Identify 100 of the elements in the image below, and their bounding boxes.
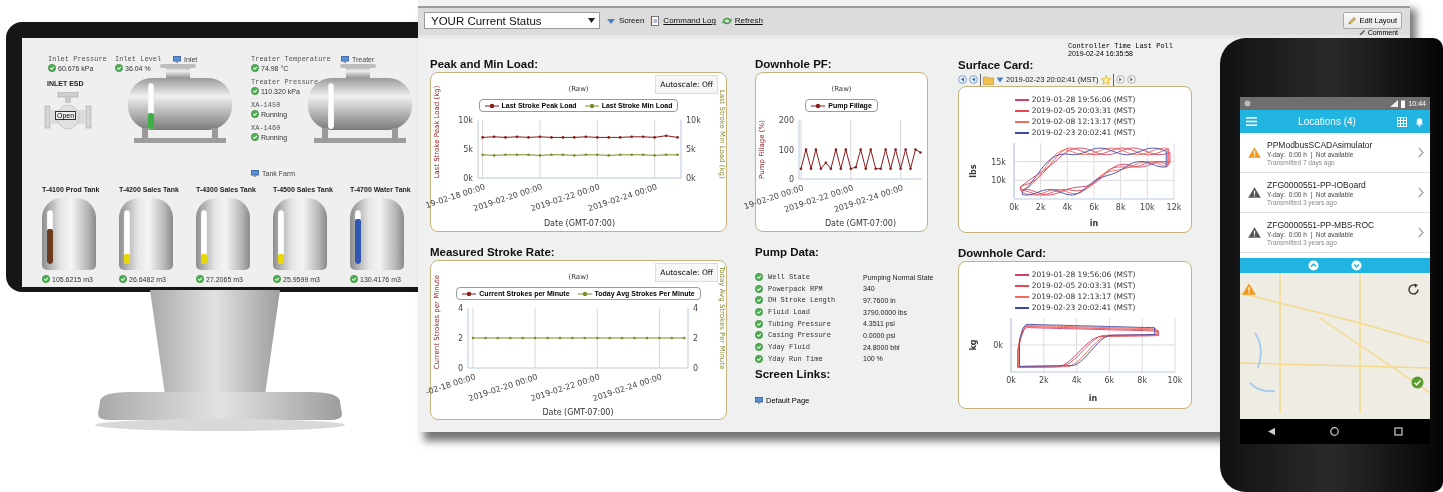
axis-tick-label: 2	[457, 334, 463, 343]
axis-tick-label: 8k	[1115, 203, 1126, 212]
screen-title: Locations (4)	[1297, 116, 1357, 127]
bell-icon[interactable]	[1415, 116, 1424, 127]
step-back-icon[interactable]	[969, 75, 978, 84]
location-name: ZFG0000551-PP-IOBoard	[1267, 179, 1367, 190]
axis-tick-label: 4k	[1062, 203, 1073, 212]
status-ok-icon	[119, 275, 127, 283]
axis-tick-label: 10k	[991, 176, 1006, 186]
chevron-up-icon[interactable]	[1308, 260, 1319, 271]
legend-marker-icon	[462, 290, 477, 297]
axis-title: Date (GMT-07:00)	[541, 408, 614, 417]
status-ok-icon	[755, 319, 763, 328]
chevron-right-icon	[1418, 187, 1424, 198]
axis-tick-label: 0k	[1009, 203, 1019, 212]
status-ok-icon	[755, 343, 763, 352]
monitor-icon	[341, 56, 349, 63]
status-ok-icon	[251, 64, 259, 72]
axis-tick-label: 2	[692, 334, 698, 343]
y-axis-line	[1010, 317, 1012, 373]
panel-title: Downhole Card:	[958, 246, 1048, 261]
axis-tick-label: 0	[692, 364, 698, 373]
caret-icon[interactable]	[996, 76, 1004, 83]
axis-tick-label: 10k	[1167, 376, 1183, 385]
status-ok-icon	[48, 64, 56, 72]
axis-tick-label: 10k	[1139, 203, 1155, 212]
y-axis-line	[680, 119, 681, 179]
y-axis-line	[687, 307, 688, 369]
status-ok-icon	[196, 275, 204, 283]
status-ok-icon	[755, 354, 763, 363]
warning-marker-icon[interactable]	[1242, 283, 1256, 295]
legend-marker-icon	[484, 102, 499, 109]
screen-select[interactable]: YOUR Current Status	[424, 12, 600, 29]
axis-title: kg	[969, 339, 978, 351]
legend-marker-icon	[577, 290, 592, 297]
panel-title: Surface Card:	[958, 58, 1035, 73]
panel-title: Downhole PF:	[755, 57, 833, 72]
skip-forward-icon[interactable]	[1126, 75, 1136, 84]
recent-apps-icon[interactable]	[1393, 427, 1403, 436]
star-icon[interactable]	[1100, 74, 1111, 85]
battery-icon	[1401, 99, 1406, 108]
axis-tick-label: 0	[457, 364, 463, 373]
menu-icon[interactable]	[1246, 117, 1257, 126]
skip-back-icon[interactable]	[958, 75, 967, 84]
document-icon	[650, 15, 661, 26]
axis-tick-label: 200	[778, 116, 794, 125]
status-ok-icon	[350, 275, 358, 283]
status-ok-icon	[755, 331, 763, 340]
chevron-right-icon	[1418, 147, 1424, 158]
home-icon[interactable]	[1330, 427, 1340, 436]
axis-tick-label: 0	[788, 175, 794, 184]
refresh-icon	[721, 15, 732, 26]
axis-tick-label: 2k	[1038, 376, 1049, 385]
axis-tick-label: 4k	[1071, 376, 1082, 385]
toolbar-link[interactable]: Refresh	[734, 16, 763, 25]
y-axis-line	[1013, 142, 1015, 200]
panel-title: Measured Stroke Rate:	[430, 245, 556, 260]
notification-dot-icon	[1244, 100, 1251, 107]
axis-tick-label: 4	[692, 304, 698, 313]
panel-title: Peak and Min Load:	[430, 57, 539, 72]
axis-tick-label: 0k	[993, 341, 1003, 350]
axis-tick-label: 0k	[685, 174, 696, 183]
axis-tick-label: 6k	[1089, 203, 1099, 212]
axis-title: lbs	[969, 164, 978, 178]
axis-tick-label: 8k	[1137, 376, 1148, 385]
axis-tick-label: 4	[457, 304, 463, 313]
axis-tick-label: 5k	[685, 145, 696, 154]
toolbar-link[interactable]: Command Log	[663, 16, 716, 25]
axis-tick-label: 15k	[991, 157, 1006, 167]
axis-tick-label: 0k	[462, 174, 473, 183]
grid-icon[interactable]	[1397, 116, 1407, 127]
axis-title: Date (GMT-07:00)	[824, 219, 896, 228]
status-ok-icon	[755, 284, 763, 293]
axis-tick-label: 0k	[1006, 376, 1016, 385]
axis-tick-label: 12k	[1166, 203, 1182, 212]
status-ok-icon	[273, 275, 281, 283]
legend-marker-icon	[811, 102, 826, 109]
status-ok-icon	[115, 64, 123, 72]
monitor-icon	[173, 56, 181, 63]
step-forward-icon[interactable]	[1115, 75, 1125, 84]
axis-tick-label: 2k	[1035, 203, 1046, 212]
status-ok-icon	[42, 275, 50, 283]
chevron-right-icon	[1418, 227, 1424, 238]
axis-title: Date (GMT-07:00)	[543, 219, 615, 228]
screen-menu-button[interactable]: Screen	[619, 16, 645, 25]
axis-tick-label: 100	[778, 145, 794, 155]
panel-title: Screen Links:	[755, 366, 832, 382]
location-name: PPModbusSCADAsimulator	[1267, 139, 1374, 150]
dropdown-caret-icon	[588, 18, 595, 23]
chevron-down-icon[interactable]	[1351, 260, 1362, 271]
status-ok-icon	[251, 133, 259, 141]
legend-marker-icon	[584, 102, 599, 109]
axis-tick-label: 10k	[685, 116, 701, 125]
axis-tick-label: 6k	[1104, 376, 1115, 385]
back-icon[interactable]	[1267, 427, 1277, 436]
location-name: ZFG0000551-PP-MBS-ROC	[1267, 219, 1376, 230]
axis-tick-label: 10k	[457, 116, 473, 125]
status-ok-icon	[755, 296, 763, 305]
refresh-icon[interactable]	[1407, 283, 1420, 296]
check-marker-icon[interactable]	[1411, 376, 1424, 389]
